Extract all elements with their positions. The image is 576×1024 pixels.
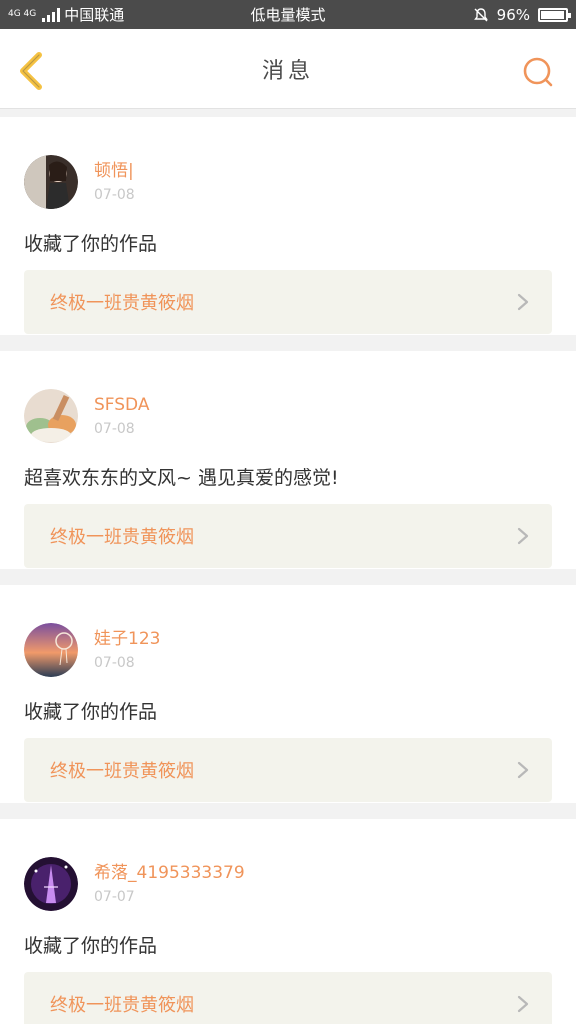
work-link[interactable]: 终极一班贵黄筱烟	[24, 270, 552, 334]
status-left: 4G 4G 中国联通	[8, 4, 124, 25]
page-title: 消息	[261, 58, 314, 84]
search-icon[interactable]	[522, 56, 554, 88]
signal-icon	[42, 7, 61, 22]
avatar[interactable]	[24, 389, 78, 443]
chevron-right-icon	[517, 995, 529, 1013]
user-meta: 娃子123 07-08	[94, 628, 160, 672]
work-title: 终极一班贵黄筱烟	[50, 995, 194, 1016]
message-user[interactable]: 希落_4195333379 07-07	[24, 857, 245, 911]
message-list: 顿悟| 07-08 收藏了你的作品 终极一班贵黄筱烟 SFSDA 07-08 超…	[0, 117, 576, 1024]
message-user[interactable]: 顿悟| 07-08	[24, 155, 135, 209]
message-text: 收藏了你的作品	[24, 233, 158, 255]
network-type: 4G 4G	[8, 9, 37, 19]
user-meta: 希落_4195333379 07-07	[94, 862, 245, 906]
message-date: 07-08	[94, 655, 135, 671]
battery-icon	[538, 7, 571, 22]
work-title: 终极一班贵黄筱烟	[50, 527, 194, 548]
chevron-left-icon[interactable]	[14, 51, 50, 91]
message-date: 07-07	[94, 889, 135, 905]
message-card: 顿悟| 07-08 收藏了你的作品 终极一班贵黄筱烟	[0, 117, 576, 335]
work-link[interactable]: 终极一班贵黄筱烟	[24, 504, 552, 568]
work-title: 终极一班贵黄筱烟	[50, 761, 194, 782]
message-user[interactable]: SFSDA 07-08	[24, 389, 149, 443]
avatar[interactable]	[24, 155, 78, 209]
carrier-name: 中国联通	[64, 6, 125, 24]
avatar[interactable]	[24, 857, 78, 911]
chevron-right-icon	[517, 293, 529, 311]
top-navigation-bar: 消息	[0, 29, 576, 109]
message-user[interactable]: 娃子123 07-08	[24, 623, 160, 677]
message-text: 收藏了你的作品	[24, 701, 158, 723]
message-date: 07-08	[94, 187, 135, 203]
username[interactable]: SFSDA	[94, 394, 149, 416]
bell-muted-icon	[473, 7, 488, 21]
work-link[interactable]: 终极一班贵黄筱烟	[24, 738, 552, 802]
message-card: 娃子123 07-08 收藏了你的作品 终极一班贵黄筱烟	[0, 585, 576, 803]
chevron-right-icon	[517, 527, 529, 545]
avatar[interactable]	[24, 623, 78, 677]
message-text: 超喜欢东东的文风~ 遇见真爱的感觉!	[24, 467, 339, 489]
message-date: 07-08	[94, 421, 135, 437]
user-meta: 顿悟| 07-08	[94, 160, 135, 204]
message-card: 希落_4195333379 07-07 收藏了你的作品 终极一班贵黄筱烟	[0, 819, 576, 1024]
message-card: SFSDA 07-08 超喜欢东东的文风~ 遇见真爱的感觉! 终极一班贵黄筱烟	[0, 351, 576, 569]
message-text: 收藏了你的作品	[24, 935, 158, 957]
work-title: 终极一班贵黄筱烟	[50, 293, 194, 314]
work-link[interactable]: 终极一班贵黄筱烟	[24, 972, 552, 1024]
user-meta: SFSDA 07-08	[94, 394, 149, 438]
username[interactable]: 娃子123	[94, 628, 160, 650]
username[interactable]: 希落_4195333379	[94, 862, 245, 884]
status-right: 96%	[473, 5, 571, 24]
chevron-right-icon	[517, 761, 529, 779]
status-bar: 4G 4G 中国联通 低电量模式 96%	[0, 0, 576, 29]
battery-percent: 96%	[496, 5, 530, 24]
username[interactable]: 顿悟|	[94, 160, 135, 182]
